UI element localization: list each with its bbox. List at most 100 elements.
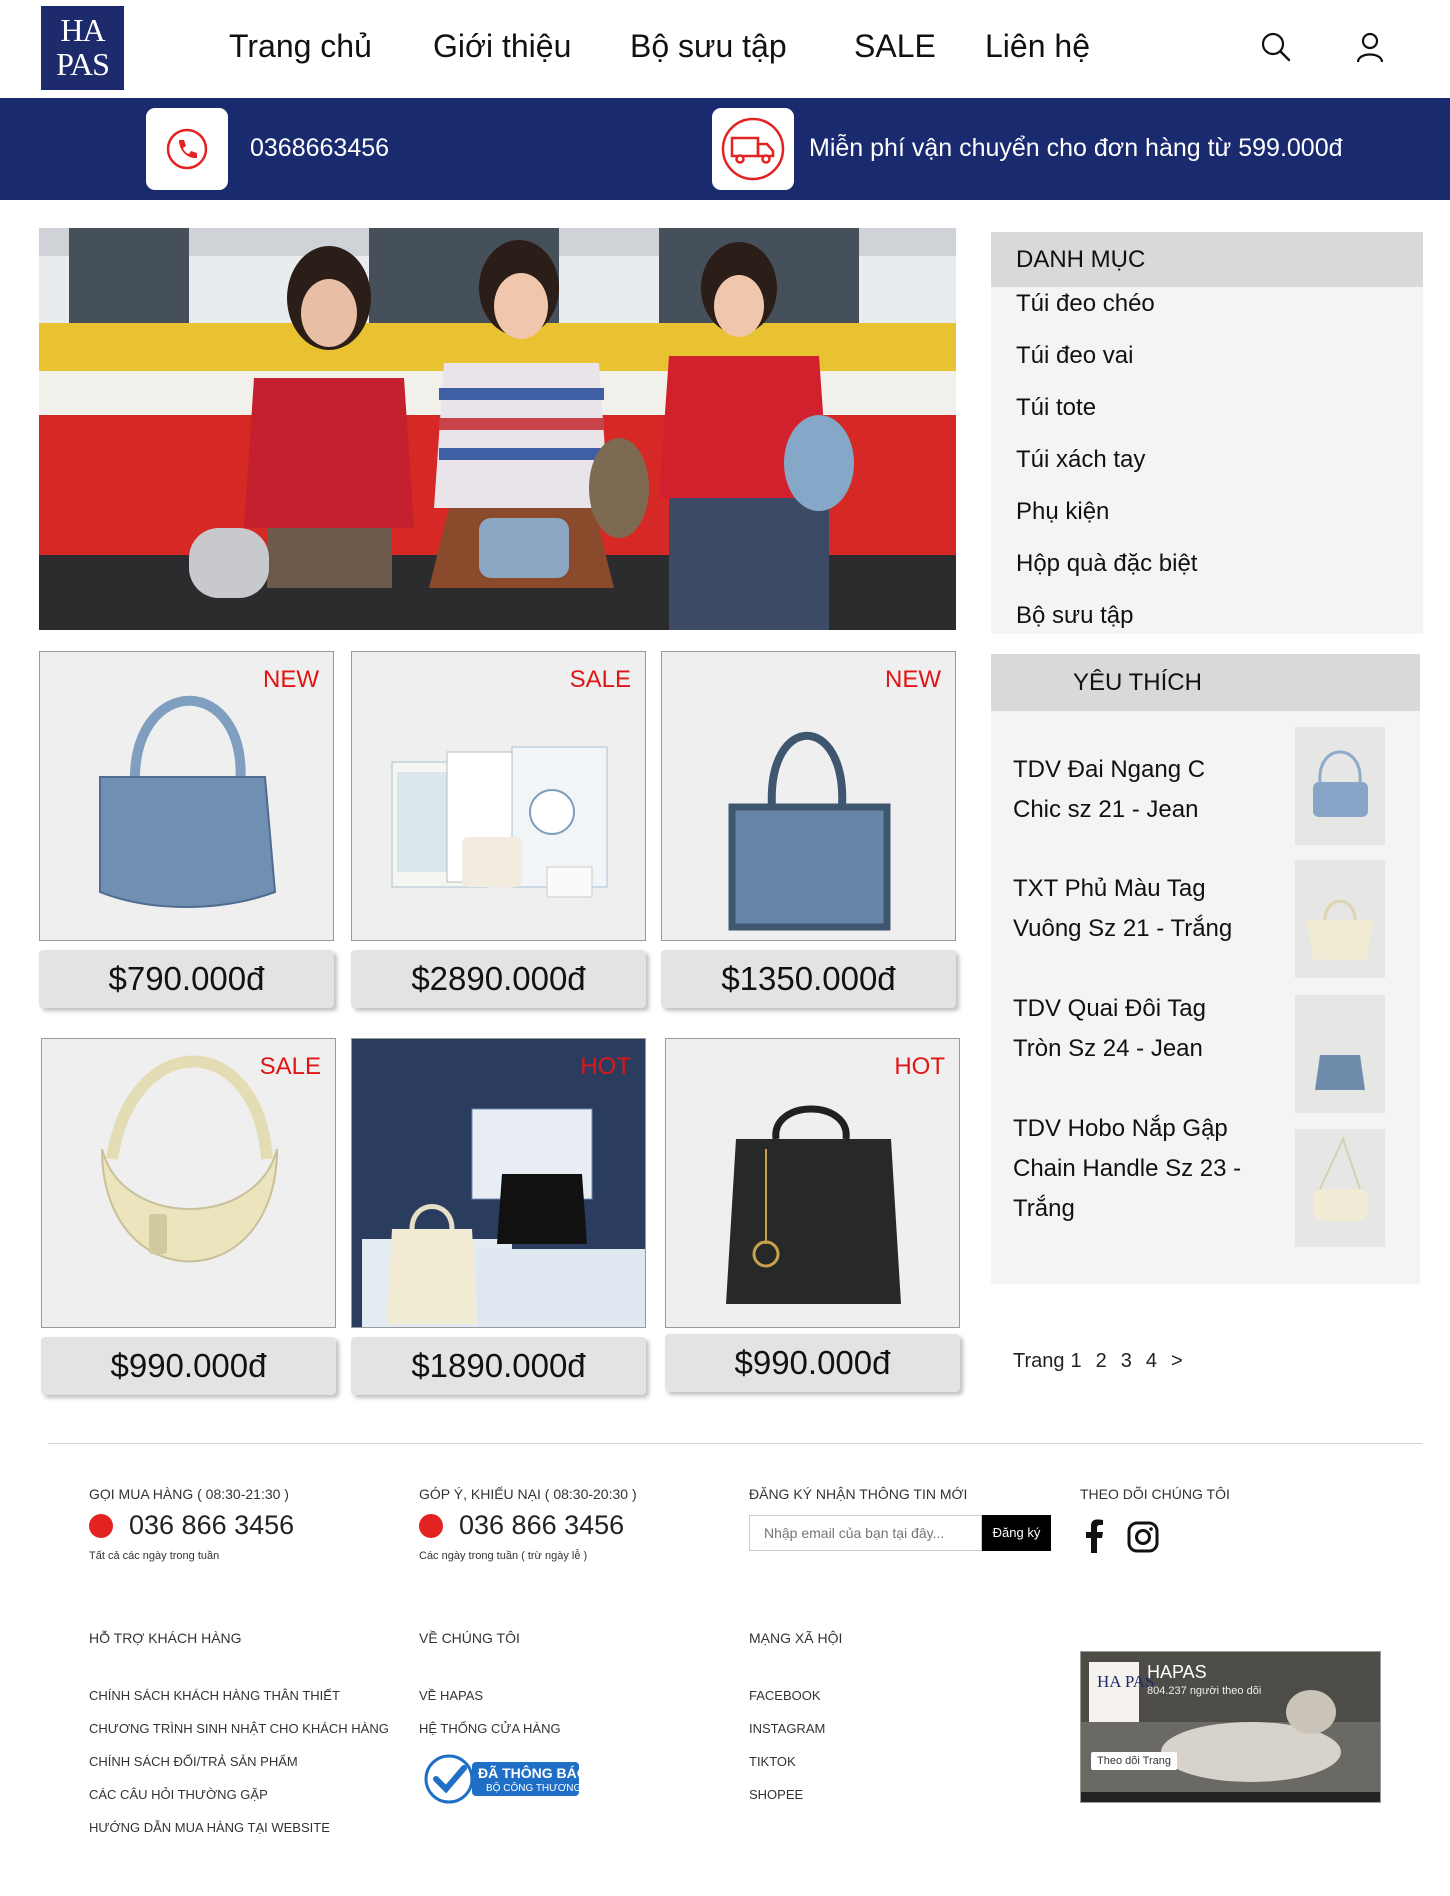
page-link-4[interactable]: 4 bbox=[1146, 1350, 1157, 1372]
nav-collection[interactable]: Bộ sưu tập bbox=[630, 28, 787, 65]
phone-icon bbox=[166, 128, 208, 170]
category-item[interactable]: Phụ kiện bbox=[1016, 498, 1109, 526]
newsletter-email-input[interactable] bbox=[749, 1515, 982, 1551]
shipping-box bbox=[712, 108, 794, 190]
phone-icon bbox=[419, 1514, 443, 1538]
product-price: $990.000đ bbox=[665, 1334, 960, 1392]
product-price: $990.000đ bbox=[41, 1337, 336, 1395]
page-link-1[interactable]: 1 bbox=[1071, 1350, 1082, 1372]
category-item[interactable]: Hộp quà đặc biệt bbox=[1016, 550, 1197, 578]
favorite-item-title[interactable]: TDV Hobo Nắp Gập Chain Handle Sz 23 - Tr… bbox=[1013, 1109, 1253, 1229]
badge-line-1: ĐÃ THÔNG BÁO bbox=[478, 1765, 588, 1781]
category-item[interactable]: Túi xách tay bbox=[1016, 446, 1145, 474]
product-card[interactable]: HOT bbox=[665, 1038, 960, 1328]
favorite-item-title[interactable]: TDV Quai Đôi Tag Tròn Sz 24 - Jean bbox=[1013, 989, 1253, 1069]
favorite-item-image[interactable] bbox=[1295, 860, 1385, 978]
social-link[interactable]: SHOPEE bbox=[749, 1787, 803, 1802]
bag-thumbnail bbox=[1315, 1055, 1365, 1090]
nav-contact[interactable]: Liên hệ bbox=[985, 28, 1090, 65]
buy-hotline-note: Tất cả các ngày trong tuần bbox=[89, 1550, 220, 1562]
next-page-link[interactable]: > bbox=[1171, 1350, 1183, 1372]
ministry-badge[interactable]: ĐÃ THÔNG BÁO BỘ CÔNG THƯƠNG bbox=[424, 1754, 588, 1804]
feedback-number[interactable]: 036 866 3456 bbox=[459, 1510, 624, 1541]
facebook-icon[interactable] bbox=[1083, 1519, 1105, 1553]
nav-about[interactable]: Giới thiệu bbox=[433, 28, 571, 65]
fb-follower-count: 804.237 người theo dõi bbox=[1147, 1685, 1262, 1697]
phone-box bbox=[146, 108, 228, 190]
delivery-truck-icon bbox=[721, 117, 785, 181]
product-price: $1350.000đ bbox=[661, 950, 956, 1008]
page-link-2[interactable]: 2 bbox=[1096, 1350, 1107, 1372]
favorite-item-title[interactable]: TXT Phủ Màu Tag Vuông Sz 21 - Trắng bbox=[1013, 869, 1253, 949]
product-image bbox=[391, 746, 608, 898]
fb-page-name[interactable]: HAPAS bbox=[1147, 1662, 1207, 1683]
product-price: $2890.000đ bbox=[351, 950, 646, 1008]
bag-thumbnail bbox=[1313, 1136, 1368, 1221]
pager-label: Trang bbox=[1013, 1350, 1065, 1372]
social-link[interactable]: INSTAGRAM bbox=[749, 1721, 825, 1736]
category-title: DANH MỤC bbox=[991, 232, 1423, 287]
search-icon[interactable] bbox=[1259, 30, 1293, 64]
product-image bbox=[99, 695, 277, 908]
product-image bbox=[352, 1039, 645, 1327]
social-link[interactable]: FACEBOOK bbox=[749, 1688, 821, 1703]
support-link[interactable]: HƯỚNG DẪN MUA HÀNG TẠI WEBSITE bbox=[89, 1820, 330, 1835]
category-item[interactable]: Túi tote bbox=[1016, 394, 1096, 422]
favorite-item-image[interactable] bbox=[1295, 1129, 1385, 1247]
hero-banner[interactable] bbox=[39, 228, 956, 630]
product-image bbox=[726, 1105, 901, 1304]
subscribe-button[interactable]: Đăng ký bbox=[982, 1515, 1051, 1551]
instagram-icon[interactable] bbox=[1127, 1521, 1159, 1553]
social-heading: MẠNG XÃ HỘI bbox=[749, 1630, 843, 1646]
product-price: $1890.000đ bbox=[351, 1337, 646, 1395]
info-bar: 0368663456 Miễn phí vận chuyển cho đơn h… bbox=[0, 98, 1450, 200]
support-link[interactable]: CHÍNH SÁCH ĐỔI/TRẢ SẢN PHẨM bbox=[89, 1754, 298, 1769]
favorite-item-title[interactable]: TDV Đai Ngang C Chic sz 21 - Jean bbox=[1013, 750, 1253, 830]
support-heading: HỖ TRỢ KHÁCH HÀNG bbox=[89, 1630, 242, 1646]
feedback-heading: GÓP Ý, KHIẾU NẠI ( 08:30-20:30 ) bbox=[419, 1486, 637, 1502]
product-badge: NEW bbox=[263, 666, 319, 693]
about-heading: VỀ CHÚNG TÔI bbox=[419, 1630, 520, 1646]
product-badge: NEW bbox=[885, 666, 941, 693]
buy-hotline-number[interactable]: 036 866 3456 bbox=[129, 1510, 294, 1541]
support-link[interactable]: CHƯƠNG TRÌNH SINH NHẬT CHO KHÁCH HÀNG bbox=[89, 1721, 389, 1736]
user-icon[interactable] bbox=[1353, 30, 1387, 64]
shipping-text: Miễn phí vận chuyển cho đơn hàng từ 599.… bbox=[809, 134, 1343, 162]
support-link[interactable]: CHÍNH SÁCH KHÁCH HÀNG THÂN THIẾT bbox=[89, 1688, 340, 1703]
fb-follow-button[interactable]: Theo dõi Trang bbox=[1091, 1752, 1177, 1770]
favorites-panel: YÊU THÍCH TDV Đai Ngang C Chic sz 21 - J… bbox=[991, 654, 1420, 1284]
hero-image bbox=[39, 228, 956, 630]
follow-heading: THEO DÕI CHÚNG TÔI bbox=[1080, 1486, 1230, 1502]
fb-page-logo: HA PAS bbox=[1097, 1672, 1155, 1691]
nav-sale[interactable]: SALE bbox=[854, 28, 936, 65]
support-link[interactable]: CÁC CÂU HỎI THƯỜNG GẶP bbox=[89, 1787, 268, 1802]
phone-icon bbox=[89, 1514, 113, 1538]
facebook-page-widget[interactable]: HA PAS HAPAS 804.237 người theo dõi Theo… bbox=[1080, 1651, 1381, 1803]
product-card[interactable]: HOT bbox=[351, 1038, 646, 1328]
hapas-logo[interactable]: HA PAS bbox=[41, 6, 124, 90]
product-card[interactable]: SALE bbox=[351, 651, 646, 941]
product-card[interactable]: NEW bbox=[661, 651, 956, 941]
product-badge: SALE bbox=[569, 666, 631, 693]
buy-hotline-heading: GỌI MUA HÀNG ( 08:30-21:30 ) bbox=[89, 1486, 289, 1502]
category-item[interactable]: Túi đeo vai bbox=[1016, 342, 1133, 370]
about-link[interactable]: HỆ THỐNG CỬA HÀNG bbox=[419, 1721, 561, 1736]
favorite-item-image[interactable] bbox=[1295, 995, 1385, 1113]
topbar-phone[interactable]: 0368663456 bbox=[250, 134, 389, 163]
about-link[interactable]: VỀ HAPAS bbox=[419, 1688, 483, 1703]
page-link-3[interactable]: 3 bbox=[1121, 1350, 1132, 1372]
badge-line-2: BỘ CÔNG THƯƠNG bbox=[486, 1783, 582, 1794]
category-item[interactable]: Túi đeo chéo bbox=[1016, 290, 1155, 318]
bag-thumbnail bbox=[1307, 899, 1373, 960]
bag-thumbnail bbox=[1313, 750, 1368, 817]
logo-text: HA PAS bbox=[56, 12, 110, 82]
product-image bbox=[728, 731, 891, 931]
nav-home[interactable]: Trang chủ bbox=[229, 28, 372, 65]
product-card[interactable]: SALE bbox=[41, 1038, 336, 1328]
product-card[interactable]: NEW bbox=[39, 651, 334, 941]
product-badge: HOT bbox=[580, 1053, 631, 1080]
social-link[interactable]: TIKTOK bbox=[749, 1754, 796, 1769]
category-panel: DANH MỤC Túi đeo chéo Túi đeo vai Túi to… bbox=[991, 232, 1423, 634]
favorite-item-image[interactable] bbox=[1295, 727, 1385, 845]
category-item[interactable]: Bộ sưu tập bbox=[1016, 602, 1133, 630]
